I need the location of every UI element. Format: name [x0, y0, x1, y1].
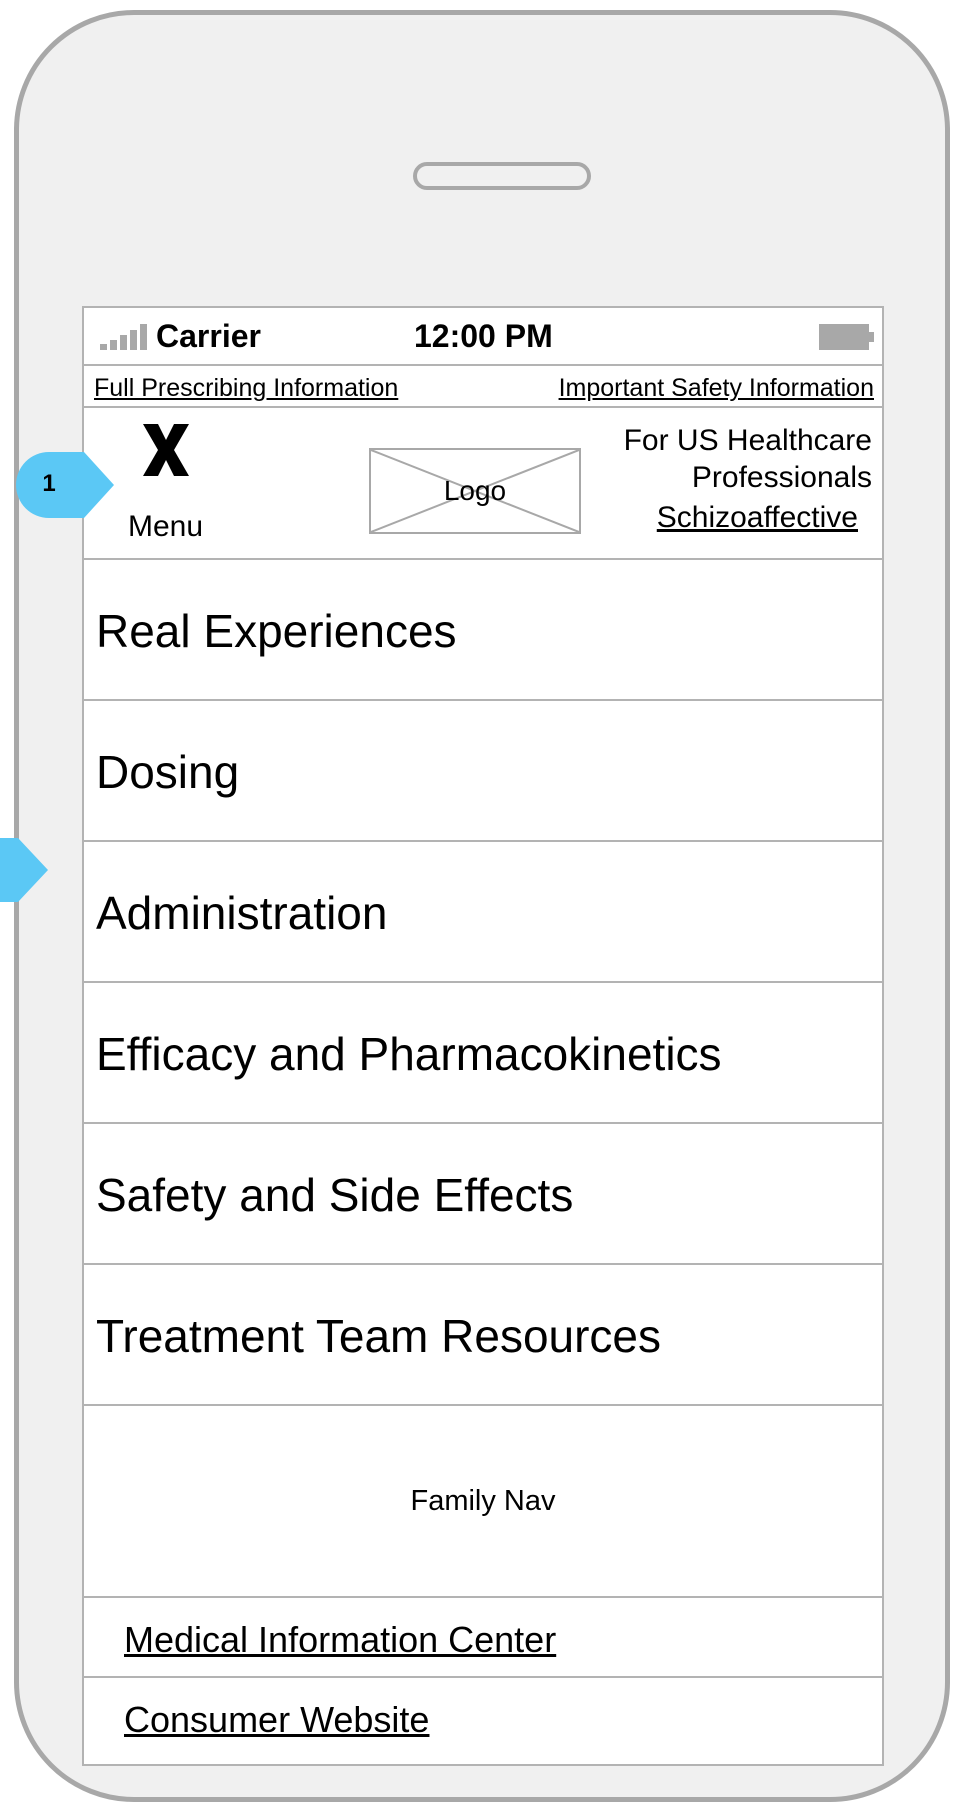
menu-item-label: Real Experiences	[96, 605, 457, 657]
wireframe-canvas: Carrier 12:00 PM Full Prescribing Inform…	[0, 0, 964, 1817]
menu-item-real-experiences[interactable]: Real Experiences	[84, 560, 882, 701]
audience-label: For US Healthcare Professionals	[623, 424, 872, 494]
annotation-callout-1: 1	[16, 452, 116, 518]
menu-item-label: Efficacy and Pharmacokinetics	[96, 1028, 722, 1080]
schizoaffective-link[interactable]: Schizoaffective	[657, 500, 858, 536]
status-time: 12:00 PM	[414, 318, 553, 354]
site-header: Menu Logo For US Healthcare Professional…	[84, 408, 882, 560]
medical-info-center-link[interactable]: Medical Information Center	[84, 1598, 882, 1678]
menu-item-dosing[interactable]: Dosing	[84, 701, 882, 842]
menu-item-efficacy[interactable]: Efficacy and Pharmacokinetics	[84, 983, 882, 1124]
annotation-callout-arrow	[0, 838, 48, 902]
consumer-website-link[interactable]: Consumer Website	[84, 1678, 882, 1764]
signal-strength-icon	[100, 324, 148, 350]
main-menu: Real Experiences Dosing Administration E…	[84, 560, 882, 1406]
phone-speaker	[413, 162, 591, 190]
carrier-name: Carrier	[156, 318, 261, 354]
status-bar: Carrier 12:00 PM	[84, 308, 882, 366]
battery-icon	[819, 324, 874, 350]
menu-item-safety[interactable]: Safety and Side Effects	[84, 1124, 882, 1265]
family-nav-label: Family Nav	[410, 1485, 556, 1517]
menu-item-label: Treatment Team Resources	[96, 1310, 662, 1362]
family-nav[interactable]: Family Nav	[84, 1408, 882, 1598]
close-menu-button[interactable]: Menu	[108, 416, 223, 546]
menu-item-treatment-team[interactable]: Treatment Team Resources	[84, 1265, 882, 1406]
menu-item-administration[interactable]: Administration	[84, 842, 882, 983]
phone-screen: Carrier 12:00 PM Full Prescribing Inform…	[82, 306, 884, 1766]
close-icon	[143, 424, 189, 476]
menu-label: Menu	[127, 510, 204, 543]
menu-item-label: Administration	[96, 887, 388, 939]
important-safety-info-link[interactable]: Important Safety Information	[559, 374, 874, 402]
full-prescribing-info-link[interactable]: Full Prescribing Information	[94, 374, 398, 402]
menu-item-label: Dosing	[96, 746, 240, 798]
callout-number: 1	[42, 470, 56, 497]
consumer-website-label: Consumer Website	[124, 1699, 430, 1740]
menu-item-label: Safety and Side Effects	[96, 1169, 574, 1221]
info-links-bar: Full Prescribing Information Important S…	[84, 366, 882, 408]
medical-info-center-label: Medical Information Center	[124, 1619, 557, 1660]
